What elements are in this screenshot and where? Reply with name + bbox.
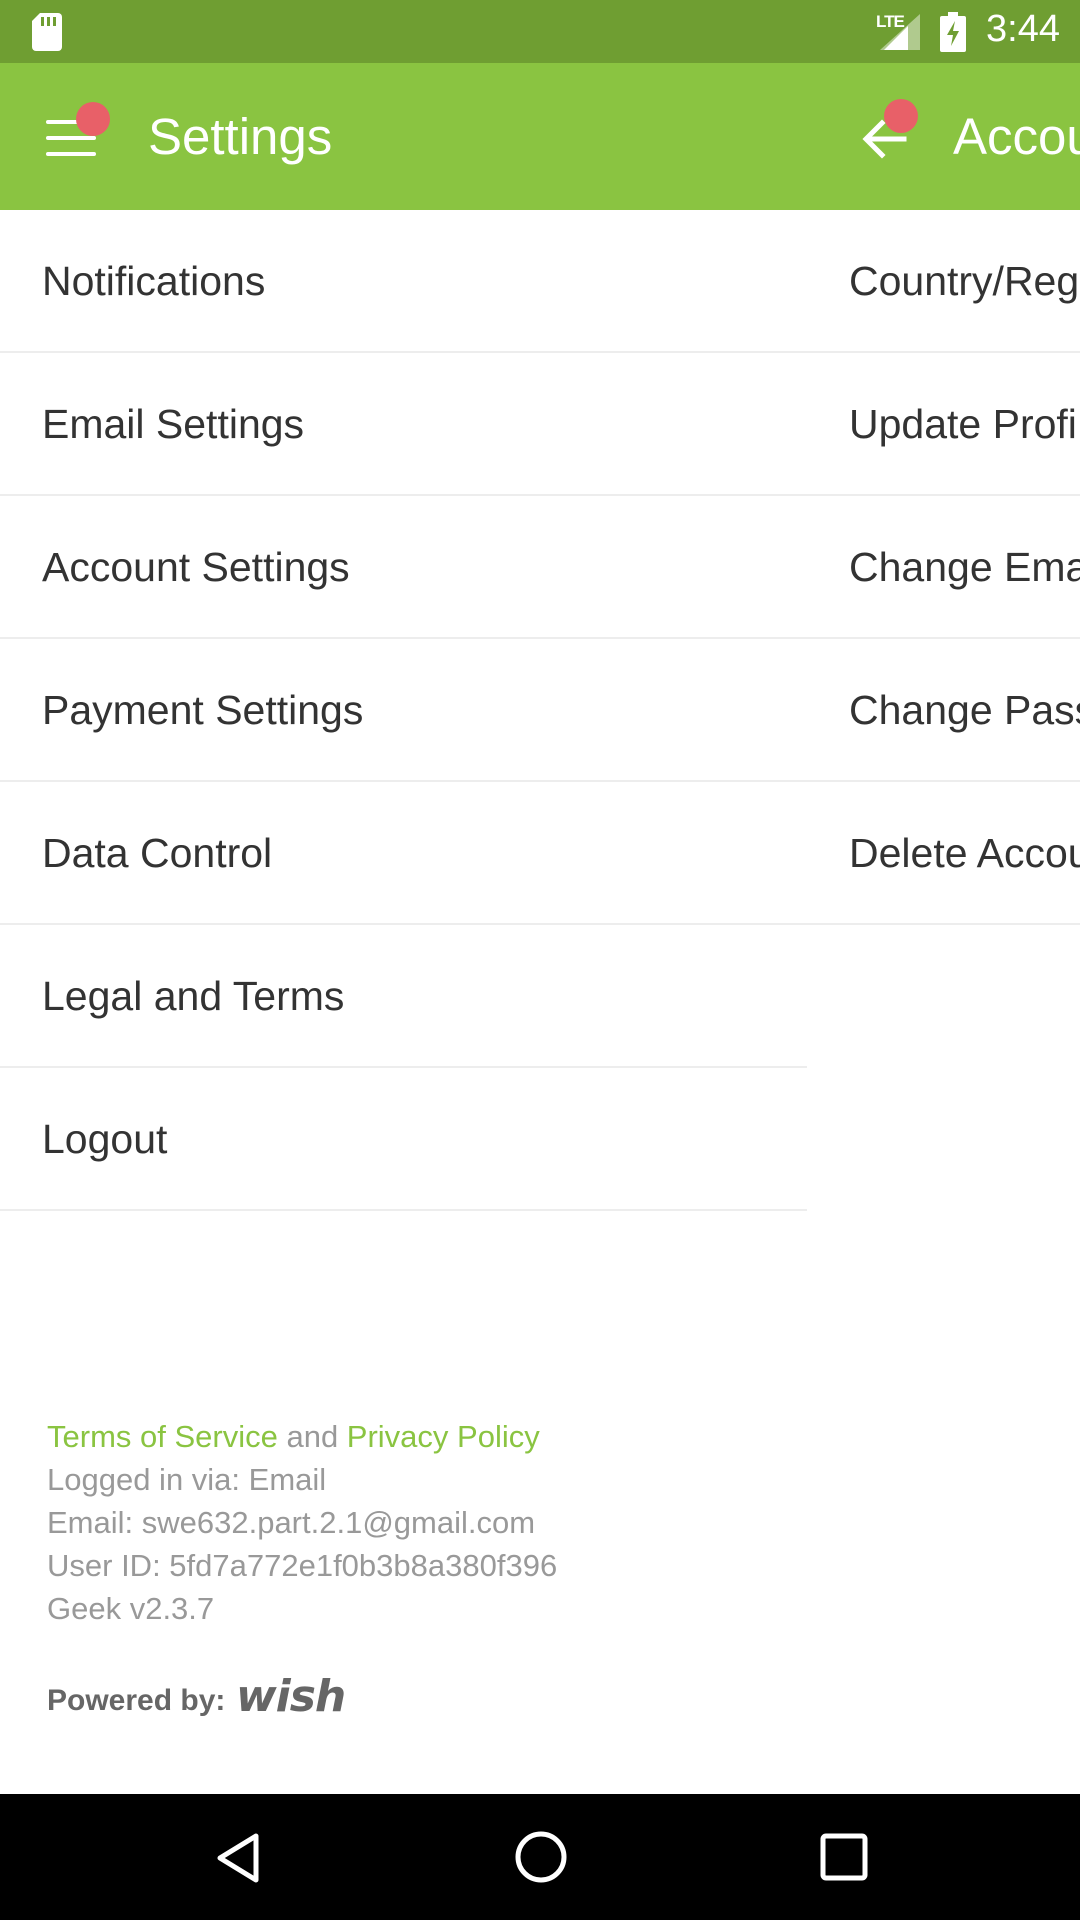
privacy-policy-link[interactable]: Privacy Policy bbox=[347, 1419, 540, 1454]
settings-item-label: Payment Settings bbox=[42, 687, 364, 733]
navigation-bar bbox=[0, 1794, 1080, 1920]
settings-item-account-settings[interactable]: Account Settings bbox=[0, 496, 807, 639]
settings-item-label: Account Settings bbox=[42, 544, 350, 590]
settings-menu: Notifications Email Settings Account Set… bbox=[0, 210, 807, 1211]
account-info: Terms of Service and Privacy Policy Logg… bbox=[47, 1415, 557, 1630]
account-email: Email: swe632.part.2.1@gmail.com bbox=[47, 1505, 536, 1540]
settings-item-notifications[interactable]: Notifications bbox=[0, 210, 807, 353]
signal-icon bbox=[880, 14, 920, 50]
settings-item-data-control[interactable]: Data Control bbox=[0, 782, 807, 925]
legal-links: Terms of Service and Privacy Policy bbox=[47, 1415, 557, 1458]
clock: 3:44 bbox=[986, 8, 1060, 50]
home-circle-icon[interactable] bbox=[513, 1829, 569, 1885]
account-item-change-password[interactable]: Change Pass bbox=[807, 639, 1080, 782]
user-id: User ID: 5fd7a772e1f0b3b8a380f396 bbox=[47, 1548, 558, 1583]
account-panel: Country/Reg Update Profi Change Ema Chan… bbox=[807, 210, 1080, 925]
account-item-label: Change Pass bbox=[849, 687, 1080, 733]
settings-item-label: Legal and Terms bbox=[42, 973, 345, 1019]
settings-item-email-settings[interactable]: Email Settings bbox=[0, 353, 807, 496]
notification-badge bbox=[76, 102, 110, 136]
app-version: Geek v2.3.7 bbox=[47, 1591, 215, 1626]
back-triangle-icon[interactable] bbox=[212, 1830, 268, 1886]
app-bar: Settings Accou bbox=[0, 63, 1080, 210]
page-title: Settings bbox=[148, 108, 333, 165]
account-item-label: Update Profi bbox=[849, 401, 1077, 447]
settings-item-label: Email Settings bbox=[42, 401, 305, 447]
account-panel-title: Accou bbox=[953, 108, 1080, 165]
settings-item-legal-and-terms[interactable]: Legal and Terms bbox=[0, 925, 807, 1068]
settings-item-logout[interactable]: Logout bbox=[0, 1068, 807, 1211]
settings-item-label: Notifications bbox=[42, 258, 266, 304]
and-text: and bbox=[277, 1419, 347, 1454]
notification-badge bbox=[884, 99, 918, 133]
account-item-label: Change Ema bbox=[849, 544, 1080, 590]
status-bar: LTE 3:44 bbox=[0, 0, 1080, 63]
account-item-change-email[interactable]: Change Ema bbox=[807, 496, 1080, 639]
settings-item-label: Data Control bbox=[42, 830, 273, 876]
settings-item-label: Logout bbox=[42, 1116, 168, 1162]
battery-charging-icon bbox=[940, 12, 966, 52]
powered-by-label: Powered by: bbox=[47, 1684, 226, 1717]
terms-of-service-link[interactable]: Terms of Service bbox=[47, 1419, 278, 1454]
settings-item-payment-settings[interactable]: Payment Settings bbox=[0, 639, 807, 782]
recents-square-icon[interactable] bbox=[819, 1832, 869, 1882]
account-item-country-region[interactable]: Country/Reg bbox=[807, 210, 1080, 353]
account-item-label: Country/Reg bbox=[849, 258, 1080, 304]
wish-logo: wish bbox=[236, 1671, 346, 1722]
logged-in-via: Logged in via: Email bbox=[47, 1462, 327, 1497]
sd-card-icon bbox=[32, 13, 62, 51]
account-item-label: Delete Accou bbox=[849, 830, 1080, 876]
account-item-delete-account[interactable]: Delete Accou bbox=[807, 782, 1080, 925]
account-item-update-profile[interactable]: Update Profi bbox=[807, 353, 1080, 496]
